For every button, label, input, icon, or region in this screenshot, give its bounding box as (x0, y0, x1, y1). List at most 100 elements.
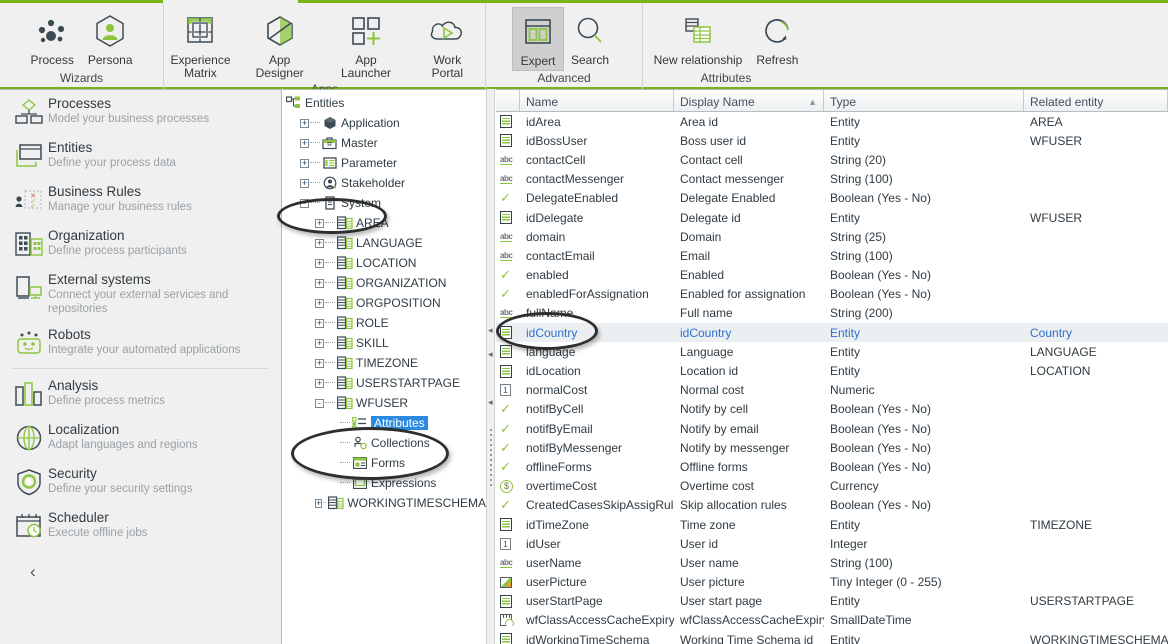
sidebar-item-external-systems[interactable]: External systems Connect your external se… (0, 266, 281, 321)
collapse-sidebar-button[interactable]: ‹ (0, 548, 281, 582)
ribbon-button-experience-matrix[interactable]: Experience Matrix (164, 7, 237, 82)
table-row[interactable]: abc contactMessenger Contact messenger Stri… (496, 170, 1168, 189)
tree-collapse-toggle[interactable]: - (315, 398, 324, 408)
tree-expand-toggle[interactable]: + (315, 498, 323, 508)
table-row[interactable]: ✓ CreatedCasesSkipAssigRules Skip allocati… (496, 496, 1168, 515)
table-row[interactable]: ✓ enabledForAssignation Enabled for assign… (496, 285, 1168, 304)
tree-expand-toggle[interactable]: + (315, 238, 324, 248)
tree-expand-toggle[interactable]: + (300, 158, 309, 168)
attributes-grid[interactable]: Name Display Name ▲ Type Related entity idAr… (496, 89, 1168, 644)
table-row[interactable]: ✓ notifByMessenger Notify by messenger Bool… (496, 438, 1168, 457)
grid-header-display-name[interactable]: Display Name ▲ (674, 90, 824, 111)
ribbon-button-process[interactable]: Process (23, 7, 80, 69)
splitter-arrow-down-icon[interactable]: ◂ (488, 349, 493, 360)
attribute-type-abc-icon: abc (500, 231, 513, 242)
ribbon-button-refresh[interactable]: Refresh (749, 7, 805, 69)
table-row[interactable]: 1 idUser User id Integer (496, 534, 1168, 553)
ribbon-button-persona[interactable]: Persona (81, 7, 140, 69)
tree-expand-toggle[interactable]: + (315, 378, 324, 388)
splitter-arrow-mid-icon[interactable]: ◂ (488, 397, 493, 408)
ribbon-button-app-designer[interactable]: App Designer (237, 7, 322, 82)
ribbon-button-app-launcher[interactable]: App Launcher (322, 7, 409, 82)
grid-header-related-entity[interactable]: Related entity (1024, 90, 1168, 111)
sidebar-item-business-rules[interactable]: ✕ ✓ ✓ Business Rules Manage your business ru… (0, 178, 281, 222)
table-row[interactable]: language Language Entity LANGUAGE (496, 342, 1168, 361)
splitter-grip[interactable] (490, 429, 493, 489)
tree-expand-toggle[interactable]: + (300, 118, 309, 128)
table-row[interactable]: idDelegate Delegate id Entity WFUSER (496, 208, 1168, 227)
tree-node-system[interactable]: - System (283, 193, 486, 213)
sidebar-item-entities[interactable]: Entities Define your process data (0, 134, 281, 178)
tree-node-collections[interactable]: Collections (283, 433, 486, 453)
ribbon-button-search[interactable]: Search (564, 7, 616, 69)
ribbon-button-expert[interactable]: Expert (511, 7, 564, 71)
sidebar-item-organization[interactable]: Organization Define process participants (0, 222, 281, 266)
tree-node-location[interactable]: + LOCATION (283, 253, 486, 273)
tree-expand-toggle[interactable]: + (300, 138, 309, 148)
sidebar-item-scheduler[interactable]: Scheduler Execute offline jobs (0, 504, 281, 548)
tree-node-organization[interactable]: + ORGANIZATION (283, 273, 486, 293)
table-row[interactable]: userStartPage User start page Entity USERST… (496, 592, 1168, 611)
table-row[interactable]: ✓ notifByCell Notify by cell Boolean (Yes -… (496, 400, 1168, 419)
tree-node-forms[interactable]: Forms (283, 453, 486, 473)
tree-node-language[interactable]: + LANGUAGE (283, 233, 486, 253)
tree-node-entities-root[interactable]: Entities (283, 93, 486, 113)
table-row[interactable]: ✓ DelegateEnabled Delegate Enabled Boolean … (496, 189, 1168, 208)
tree-collapse-toggle[interactable]: - (300, 198, 309, 208)
table-row[interactable]: ✓ enabled Enabled Boolean (Yes - No) (496, 266, 1168, 285)
table-row[interactable]: abc domain Domain String (25) (496, 227, 1168, 246)
table-row[interactable]: idLocation Location id Entity LOCATION (496, 361, 1168, 380)
tree-expand-toggle[interactable]: + (315, 218, 324, 228)
sidebar-item-analysis[interactable]: Analysis Define process metrics (0, 372, 281, 416)
table-row[interactable]: abc userName User name String (100) (496, 553, 1168, 572)
tree-node-role[interactable]: + ROLE (283, 313, 486, 333)
tree-node-wfuser[interactable]: - WFUSER (283, 393, 486, 413)
table-row[interactable]: idWorkingTimeSchema Working Time Schema i… (496, 630, 1168, 644)
sidebar-item-robots[interactable]: Robots Integrate your automated applicati… (0, 321, 281, 365)
tree-node-area[interactable]: + AREA (283, 213, 486, 233)
grid-header-name[interactable]: Name (520, 90, 674, 111)
table-row[interactable]: abc fullName Full name String (200) (496, 304, 1168, 323)
tree-node-stakeholder[interactable]: + Stakeholder (283, 173, 486, 193)
tree-expand-toggle[interactable]: + (315, 278, 324, 288)
tree-expand-toggle[interactable]: + (315, 298, 324, 308)
tree-expand-toggle[interactable]: + (315, 338, 324, 348)
table-row[interactable]: userPicture User picture Tiny Integer (0 -… (496, 573, 1168, 592)
grid-header-type[interactable]: Type (824, 90, 1024, 111)
table-row[interactable]: abc contactCell Contact cell String (20) (496, 150, 1168, 169)
table-row[interactable]: ✓ notifByEmail Notify by email Boolean (Yes… (496, 419, 1168, 438)
grid-body[interactable]: idArea Area id Entity AREA idBossUser Boss us… (496, 112, 1168, 644)
tree-expand-toggle[interactable]: + (315, 358, 324, 368)
tree-node-skill[interactable]: + SKILL (283, 333, 486, 353)
table-row[interactable]: idArea Area id Entity AREA (496, 112, 1168, 131)
tree-node-attributes[interactable]: Attributes (283, 413, 486, 433)
table-row[interactable]: $ overtimeCost Overtime cost Currency (496, 477, 1168, 496)
tree-node-orgposition[interactable]: + ORGPOSITION (283, 293, 486, 313)
splitter-arrow-up-icon[interactable]: ◂ (488, 325, 493, 336)
ribbon-button-new-relationship[interactable]: New relationship (647, 7, 750, 69)
table-row[interactable]: ✓ offlineForms Offline forms Boolean (Yes -… (496, 457, 1168, 476)
sidebar-item-localization[interactable]: Localization Adapt languages and regions (0, 416, 281, 460)
tree-node-master[interactable]: + Master (283, 133, 486, 153)
sidebar-item-processes[interactable]: Processes Model your business processes (0, 90, 281, 134)
tree-node-expressions[interactable]: Expressions (283, 473, 486, 493)
table-row[interactable]: idCountry idCountry Entity Country (496, 323, 1168, 343)
panel-splitter[interactable]: ◂ ◂ ◂ (486, 89, 495, 644)
table-row[interactable]: abc contactEmail Email String (100) (496, 246, 1168, 265)
tree-node-timezone[interactable]: + TIMEZONE (283, 353, 486, 373)
table-row[interactable]: 1 normalCost Normal cost Numeric (496, 381, 1168, 400)
tree-expand-toggle[interactable]: + (315, 258, 324, 268)
tree-node-userstartpage[interactable]: + USERSTARTPAGE (283, 373, 486, 393)
tree-expand-toggle[interactable]: + (315, 318, 324, 328)
entities-tree-panel[interactable]: Entities + Application + Master + Parameter + St… (283, 89, 486, 644)
table-row[interactable]: idBossUser Boss user id Entity WFUSER (496, 131, 1168, 150)
ribbon-button-work-portal[interactable]: Work Portal (410, 7, 485, 82)
tree-node-parameter[interactable]: + Parameter (283, 153, 486, 173)
table-row[interactable]: wfClassAccessCacheExpiry wfClassAccessCac… (496, 611, 1168, 630)
tree-expand-toggle[interactable]: + (300, 178, 309, 188)
grid-header-label: Type (830, 95, 857, 109)
table-row[interactable]: idTimeZone Time zone Entity TIMEZONE (496, 515, 1168, 534)
tree-node-workingtimeschema[interactable]: + WORKINGTIMESCHEMA (283, 493, 486, 513)
sidebar-item-security[interactable]: Security Define your security settings (0, 460, 281, 504)
tree-node-application[interactable]: + Application (283, 113, 486, 133)
